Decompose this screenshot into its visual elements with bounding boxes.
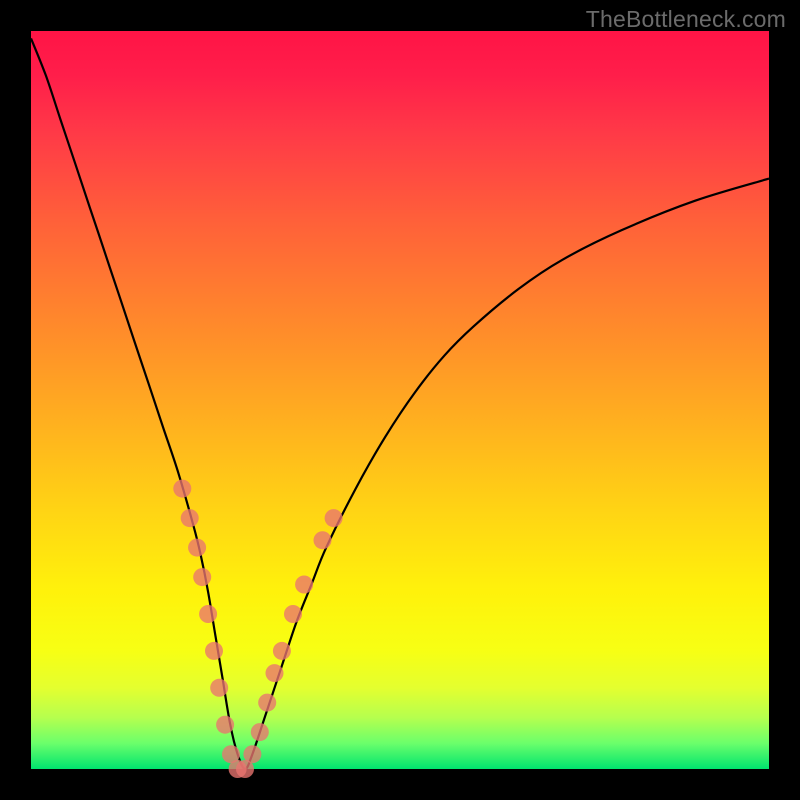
marker-c <box>188 539 206 557</box>
marker-r <box>295 576 313 594</box>
curve-path <box>31 38 769 769</box>
marker-t <box>325 509 343 527</box>
marker-h <box>216 716 234 734</box>
marker-g <box>210 679 228 697</box>
curve-markers <box>173 480 342 778</box>
marker-d <box>193 568 211 586</box>
bottleneck-curve <box>31 31 769 769</box>
chart-frame: TheBottleneck.com <box>0 0 800 800</box>
marker-s <box>314 531 332 549</box>
marker-f <box>205 642 223 660</box>
marker-m <box>251 723 269 741</box>
marker-p <box>273 642 291 660</box>
marker-q <box>284 605 302 623</box>
marker-o <box>266 664 284 682</box>
marker-e <box>199 605 217 623</box>
plot-area <box>31 31 769 769</box>
marker-b <box>181 509 199 527</box>
marker-l <box>243 745 261 763</box>
marker-n <box>258 694 276 712</box>
watermark-text: TheBottleneck.com <box>586 6 786 33</box>
marker-a <box>173 480 191 498</box>
